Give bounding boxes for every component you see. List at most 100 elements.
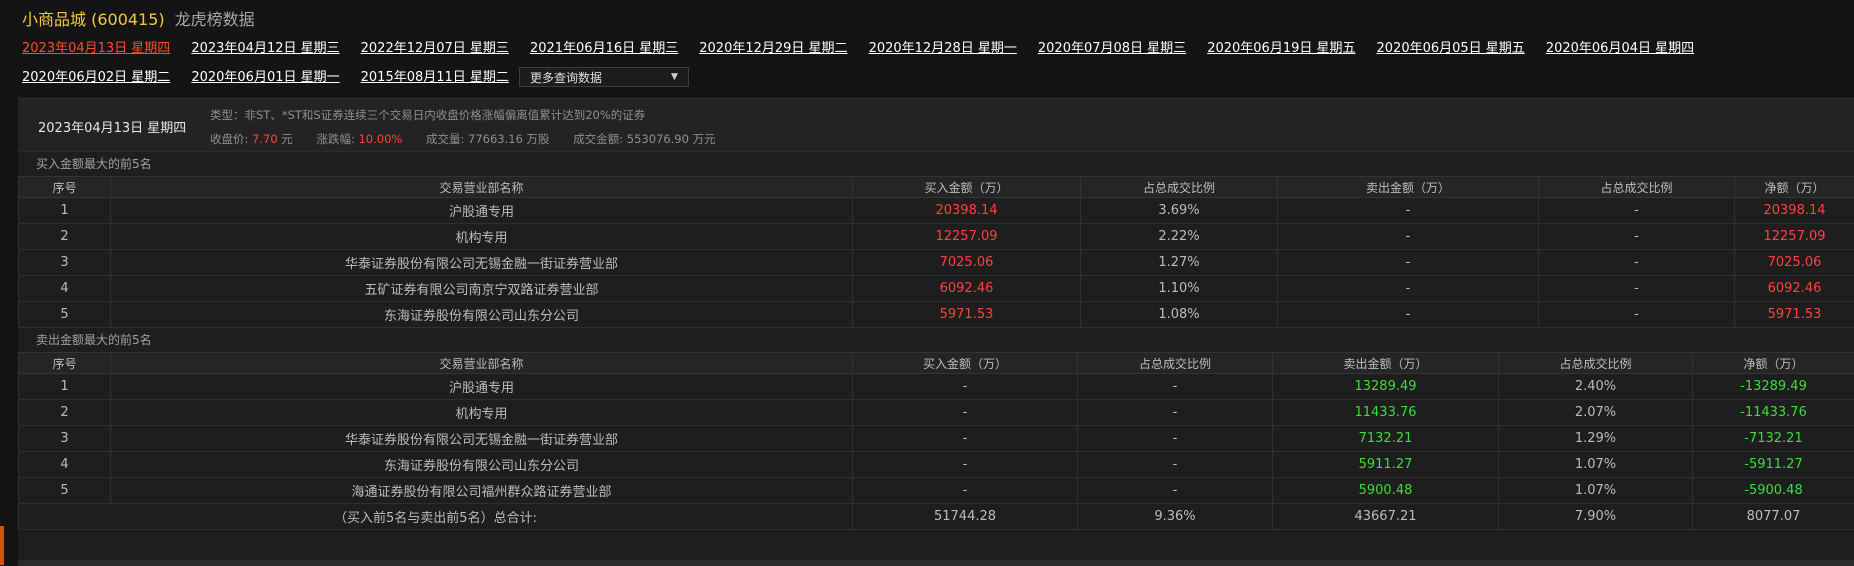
more-query-label: 更多查询数据 [530, 69, 602, 86]
lhb-panel: 2023年04月13日 星期四 类型：非ST、*ST和S证券连续三个交易日内收盘… [18, 98, 1854, 566]
cell-rank: 1 [19, 374, 111, 400]
cell-net: 5971.53 [1735, 302, 1854, 328]
horizontal-scrollbar[interactable] [18, 560, 1854, 566]
date-link-4[interactable]: 2020年12月29日 星期二 [699, 40, 847, 57]
cell-sell-amount: 5911.27 [1273, 452, 1499, 478]
close-label: 收盘价: [210, 132, 248, 146]
cell-buy-amount: 7025.06 [853, 250, 1081, 276]
buy-table-header: 序号 交易营业部名称 买入金额（万） 占总成交比例 卖出金额（万） 占总成交比例… [19, 177, 1854, 198]
date-link-11[interactable]: 2020年06月01日 星期一 [191, 69, 339, 87]
cell-buy-amount: 6092.46 [853, 276, 1081, 302]
col-header: 占总成交比例 [1539, 177, 1735, 198]
header: 小商品城 (600415) 龙虎榜数据 [22, 6, 255, 30]
cell-sell-ratio: 2.07% [1499, 400, 1693, 426]
left-accent-bar [0, 526, 4, 565]
cell-buy-ratio: 1.27% [1081, 250, 1278, 276]
change-value: 10.00% [358, 132, 402, 146]
cell-sell-amount: - [1278, 224, 1539, 250]
col-header: 卖出金额（万） [1273, 353, 1499, 374]
page-title: 龙虎榜数据 [175, 6, 255, 30]
table-row: 3 华泰证券股份有限公司无锡金融一街证券营业部 - - 7132.21 1.29… [19, 426, 1854, 452]
table-row: 2 机构专用 - - 11433.76 2.07% -11433.76 [19, 400, 1854, 426]
cell-broker: 东海证券股份有限公司山东分公司 [111, 302, 853, 328]
table-row: 3 华泰证券股份有限公司无锡金融一街证券营业部 7025.06 1.27% - … [19, 250, 1854, 276]
date-link-3[interactable]: 2021年06月16日 星期三 [530, 40, 678, 57]
cell-net: -7132.21 [1693, 426, 1854, 452]
cell-broker: 华泰证券股份有限公司无锡金融一街证券营业部 [111, 250, 853, 276]
col-header: 占总成交比例 [1081, 177, 1278, 198]
info-date: 2023年04月13日 星期四 [38, 117, 186, 136]
cell-broker: 沪股通专用 [111, 374, 853, 400]
date-link-2[interactable]: 2022年12月07日 星期三 [361, 40, 509, 57]
info-type: 类型：非ST、*ST和S证券连续三个交易日内收盘价格涨幅偏离值累计达到20%的证… [210, 107, 645, 123]
table-row: 1 沪股通专用 20398.14 3.69% - - 20398.14 [19, 198, 1854, 224]
cell-buy-ratio: - [1078, 374, 1273, 400]
total-sell-amount: 43667.21 [1273, 504, 1499, 530]
buy-section-title: 买入金额最大的前5名 [18, 152, 1854, 176]
cell-net: 6092.46 [1735, 276, 1854, 302]
date-link-1[interactable]: 2023年04月12日 星期三 [191, 40, 339, 57]
close-value: 7.70 [252, 132, 278, 146]
total-buy-ratio: 9.36% [1078, 504, 1273, 530]
close-unit: 元 [281, 132, 293, 146]
date-link-10[interactable]: 2020年06月02日 星期二 [22, 69, 170, 87]
change-label: 涨跌幅: [316, 132, 354, 146]
cell-buy-amount: - [853, 478, 1078, 504]
date-link-6[interactable]: 2020年07月08日 星期三 [1038, 40, 1186, 57]
cell-sell-amount: 5900.48 [1273, 478, 1499, 504]
cell-broker: 海通证券股份有限公司福州群众路证券营业部 [111, 478, 853, 504]
cell-rank: 4 [19, 452, 111, 478]
cell-sell-ratio: - [1539, 276, 1735, 302]
cell-net: -5911.27 [1693, 452, 1854, 478]
cell-broker: 沪股通专用 [111, 198, 853, 224]
cell-sell-ratio: 1.29% [1499, 426, 1693, 452]
cell-broker: 机构专用 [111, 224, 853, 250]
table-row: 5 东海证券股份有限公司山东分公司 5971.53 1.08% - - 5971… [19, 302, 1854, 328]
date-link-9[interactable]: 2020年06月04日 星期四 [1546, 40, 1694, 57]
buy-table: 序号 交易营业部名称 买入金额（万） 占总成交比例 卖出金额（万） 占总成交比例… [18, 176, 1854, 328]
cell-sell-ratio: - [1539, 198, 1735, 224]
col-header: 交易营业部名称 [111, 177, 853, 198]
cell-sell-amount: - [1278, 302, 1539, 328]
cell-broker: 五矿证券有限公司南京宁双路证券营业部 [111, 276, 853, 302]
table-row: 2 机构专用 12257.09 2.22% - - 12257.09 [19, 224, 1854, 250]
date-link-7[interactable]: 2020年06月19日 星期五 [1207, 40, 1355, 57]
cell-sell-ratio: 2.40% [1499, 374, 1693, 400]
cell-buy-amount: - [853, 374, 1078, 400]
info-stats: 收盘价: 7.70 元 涨跌幅: 10.00% 成交量: 77663.16 万股… [210, 131, 716, 147]
date-link-8[interactable]: 2020年06月05日 星期五 [1377, 40, 1525, 57]
col-header: 占总成交比例 [1499, 353, 1693, 374]
cell-net: 7025.06 [1735, 250, 1854, 276]
date-link-12[interactable]: 2015年08月11日 星期二 [361, 69, 509, 87]
more-query-select[interactable]: 更多查询数据 ▼ [519, 67, 689, 87]
col-header: 占总成交比例 [1078, 353, 1273, 374]
sell-table-header: 序号 交易营业部名称 买入金额（万） 占总成交比例 卖出金额（万） 占总成交比例… [19, 353, 1854, 374]
cell-rank: 2 [19, 400, 111, 426]
cell-buy-amount: - [853, 452, 1078, 478]
cell-sell-amount: - [1278, 250, 1539, 276]
cell-rank: 2 [19, 224, 111, 250]
amount-label: 成交金额: [573, 132, 623, 146]
cell-net: -11433.76 [1693, 400, 1854, 426]
date-link-5[interactable]: 2020年12月28日 星期一 [869, 40, 1017, 57]
stock-name: 小商品城 (600415) [22, 6, 165, 30]
table-row: 4 东海证券股份有限公司山东分公司 - - 5911.27 1.07% -591… [19, 452, 1854, 478]
trade-info: 2023年04月13日 星期四 类型：非ST、*ST和S证券连续三个交易日内收盘… [18, 99, 1854, 152]
cell-buy-ratio: - [1078, 452, 1273, 478]
table-row: 4 五矿证券有限公司南京宁双路证券营业部 6092.46 1.10% - - 6… [19, 276, 1854, 302]
cell-buy-ratio: 2.22% [1081, 224, 1278, 250]
col-header: 净额（万） [1735, 177, 1854, 198]
cell-buy-amount: - [853, 426, 1078, 452]
cell-net: 20398.14 [1735, 198, 1854, 224]
table-row: 5 海通证券股份有限公司福州群众路证券营业部 - - 5900.48 1.07%… [19, 478, 1854, 504]
cell-rank: 4 [19, 276, 111, 302]
date-link-0[interactable]: 2023年04月13日 星期四 [22, 40, 170, 57]
cell-rank: 1 [19, 198, 111, 224]
cell-net: -5900.48 [1693, 478, 1854, 504]
cell-sell-amount: 13289.49 [1273, 374, 1499, 400]
cell-net: 12257.09 [1735, 224, 1854, 250]
total-sell-ratio: 7.90% [1499, 504, 1693, 530]
col-header: 买入金额（万） [853, 177, 1081, 198]
col-header: 序号 [19, 353, 111, 374]
table-row: 1 沪股通专用 - - 13289.49 2.40% -13289.49 [19, 374, 1854, 400]
